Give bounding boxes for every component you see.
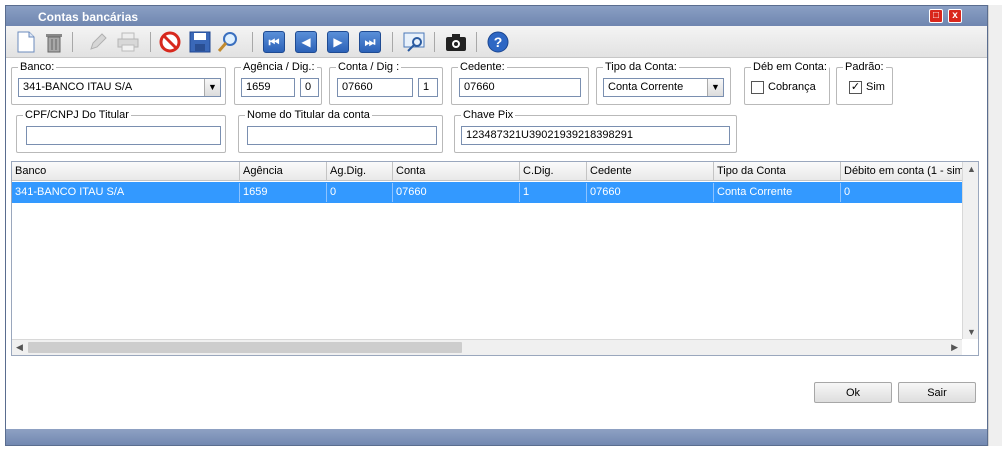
agencia-digit-input[interactable]: 0 (300, 78, 319, 97)
accounts-grid: Banco Agência Ag.Dig. Conta C.Dig. Ceden… (11, 161, 979, 356)
scroll-left-icon[interactable]: ◀ (16, 342, 23, 353)
print-button[interactable] (116, 30, 140, 54)
grid-vertical-scrollbar[interactable]: ▲ ▼ (962, 162, 978, 339)
column-header-debito-conta[interactable]: Débito em conta (1 - sim (841, 162, 964, 181)
first-icon: ⏮ (263, 31, 285, 53)
cancel-icon (159, 31, 181, 53)
chave-pix-input[interactable]: 123487321U39021939218398291 (461, 126, 730, 145)
scroll-up-icon[interactable]: ▲ (967, 164, 976, 174)
search-button[interactable] (216, 30, 240, 54)
column-header-ag-dig[interactable]: Ag.Dig. (327, 162, 393, 181)
agencia-label: Agência / Dig.: (243, 61, 315, 73)
cell-banco: 341-BANCO ITAU S/A (12, 183, 240, 202)
previous-record-button[interactable]: ◀ (294, 30, 318, 54)
nome-titular-input[interactable] (247, 126, 437, 145)
cedente-input[interactable]: 07660 (459, 78, 581, 97)
maximize-button[interactable]: □ (929, 9, 943, 23)
banco-value: 341-BANCO ITAU S/A (23, 81, 133, 93)
ok-button[interactable]: Ok (814, 382, 892, 403)
cobranca-label: Cobrança (768, 81, 816, 93)
grid-horizontal-scrollbar[interactable]: ◀ ▶ (12, 339, 962, 355)
cpf-input[interactable] (26, 126, 221, 145)
first-record-button[interactable]: ⏮ (262, 30, 286, 54)
sim-label: Sim (866, 81, 885, 93)
conta-digit-input[interactable]: 1 (418, 78, 438, 97)
horizontal-scroll-thumb[interactable] (28, 342, 462, 353)
help-icon-glyph: ? (493, 34, 503, 50)
camera-button[interactable] (444, 30, 468, 54)
save-button[interactable] (188, 30, 212, 54)
column-header-conta[interactable]: Conta (393, 162, 520, 181)
titlebar: Contas bancárias □ x (6, 6, 987, 26)
previous-icon: ◀ (295, 31, 317, 53)
page-vertical-scrollbar[interactable] (988, 5, 1002, 446)
trash-icon (46, 34, 62, 53)
table-row[interactable]: 341-BANCO ITAU S/A 1659 0 07660 1 07660 … (12, 182, 962, 203)
tipo-conta-select[interactable]: Conta Corrente ▼ (603, 78, 724, 97)
grid-header: Banco Agência Ag.Dig. Conta C.Dig. Ceden… (12, 162, 964, 181)
toolbar: ⏮ ◀ ▶ ⏭ ? (6, 26, 987, 58)
cell-cedente: 07660 (587, 183, 714, 202)
new-document-button[interactable] (14, 30, 38, 54)
save-icon (189, 31, 211, 53)
scroll-right-icon[interactable]: ▶ (951, 342, 958, 353)
agencia-input[interactable]: 1659 (241, 78, 295, 97)
cell-conta: 07660 (393, 183, 520, 202)
column-header-cedente[interactable]: Cedente (587, 162, 714, 181)
cancel-button[interactable] (158, 30, 182, 54)
sim-checkbox[interactable]: ✓ (849, 81, 862, 94)
column-header-banco[interactable]: Banco (12, 162, 240, 181)
chevron-down-icon[interactable]: ▼ (707, 79, 723, 96)
scroll-down-icon[interactable]: ▼ (967, 327, 976, 337)
next-icon: ▶ (327, 31, 349, 53)
cobranca-checkbox[interactable] (751, 81, 764, 94)
chave-pix-label: Chave Pix (463, 109, 514, 121)
pencil-icon (90, 33, 107, 50)
new-document-icon (17, 31, 35, 53)
camera-icon (446, 34, 466, 51)
padrao-label: Padrão: (845, 61, 884, 73)
help-button[interactable]: ? (486, 30, 510, 54)
contas-bancarias-window: Contas bancárias □ x ⏮ ◀ ▶ ⏭ ? Banco: 34… (5, 5, 988, 446)
close-button[interactable]: x (948, 9, 962, 23)
tipo-conta-value: Conta Corrente (608, 81, 684, 93)
chevron-down-icon[interactable]: ▼ (204, 79, 220, 96)
preview-icon (403, 32, 425, 52)
preview-button[interactable] (402, 30, 426, 54)
status-bar (6, 429, 987, 445)
cell-agencia: 1659 (240, 183, 327, 202)
edit-button[interactable] (86, 30, 110, 54)
nome-titular-label: Nome do Titular da conta (247, 109, 370, 121)
banco-select[interactable]: 341-BANCO ITAU S/A ▼ (18, 78, 221, 97)
cell-debito-conta: 0 (844, 186, 851, 198)
last-record-button[interactable]: ⏭ (358, 30, 382, 54)
last-icon: ⏭ (359, 31, 381, 53)
magnifier-icon (217, 32, 237, 52)
sair-button[interactable]: Sair (898, 382, 976, 403)
banco-label: Banco: (20, 61, 55, 73)
cpf-label: CPF/CNPJ Do Titular (25, 109, 129, 121)
printer-icon (117, 32, 139, 52)
cell-c-dig: 1 (520, 183, 587, 202)
cell-tipo-conta: Conta Corrente (714, 183, 841, 202)
tipo-conta-label: Tipo da Conta: (605, 61, 677, 73)
deb-conta-label: Déb em Conta: (753, 61, 827, 73)
cell-ag-dig: 0 (327, 183, 393, 202)
column-header-tipo-conta[interactable]: Tipo da Conta (714, 162, 841, 181)
conta-label: Conta / Dig : (338, 61, 400, 73)
delete-button[interactable] (42, 30, 66, 54)
window-title: Contas bancárias (38, 10, 139, 24)
conta-input[interactable]: 07660 (337, 78, 413, 97)
next-record-button[interactable]: ▶ (326, 30, 350, 54)
column-header-agencia[interactable]: Agência (240, 162, 327, 181)
column-header-c-dig[interactable]: C.Dig. (520, 162, 587, 181)
cedente-label: Cedente: (460, 61, 505, 73)
